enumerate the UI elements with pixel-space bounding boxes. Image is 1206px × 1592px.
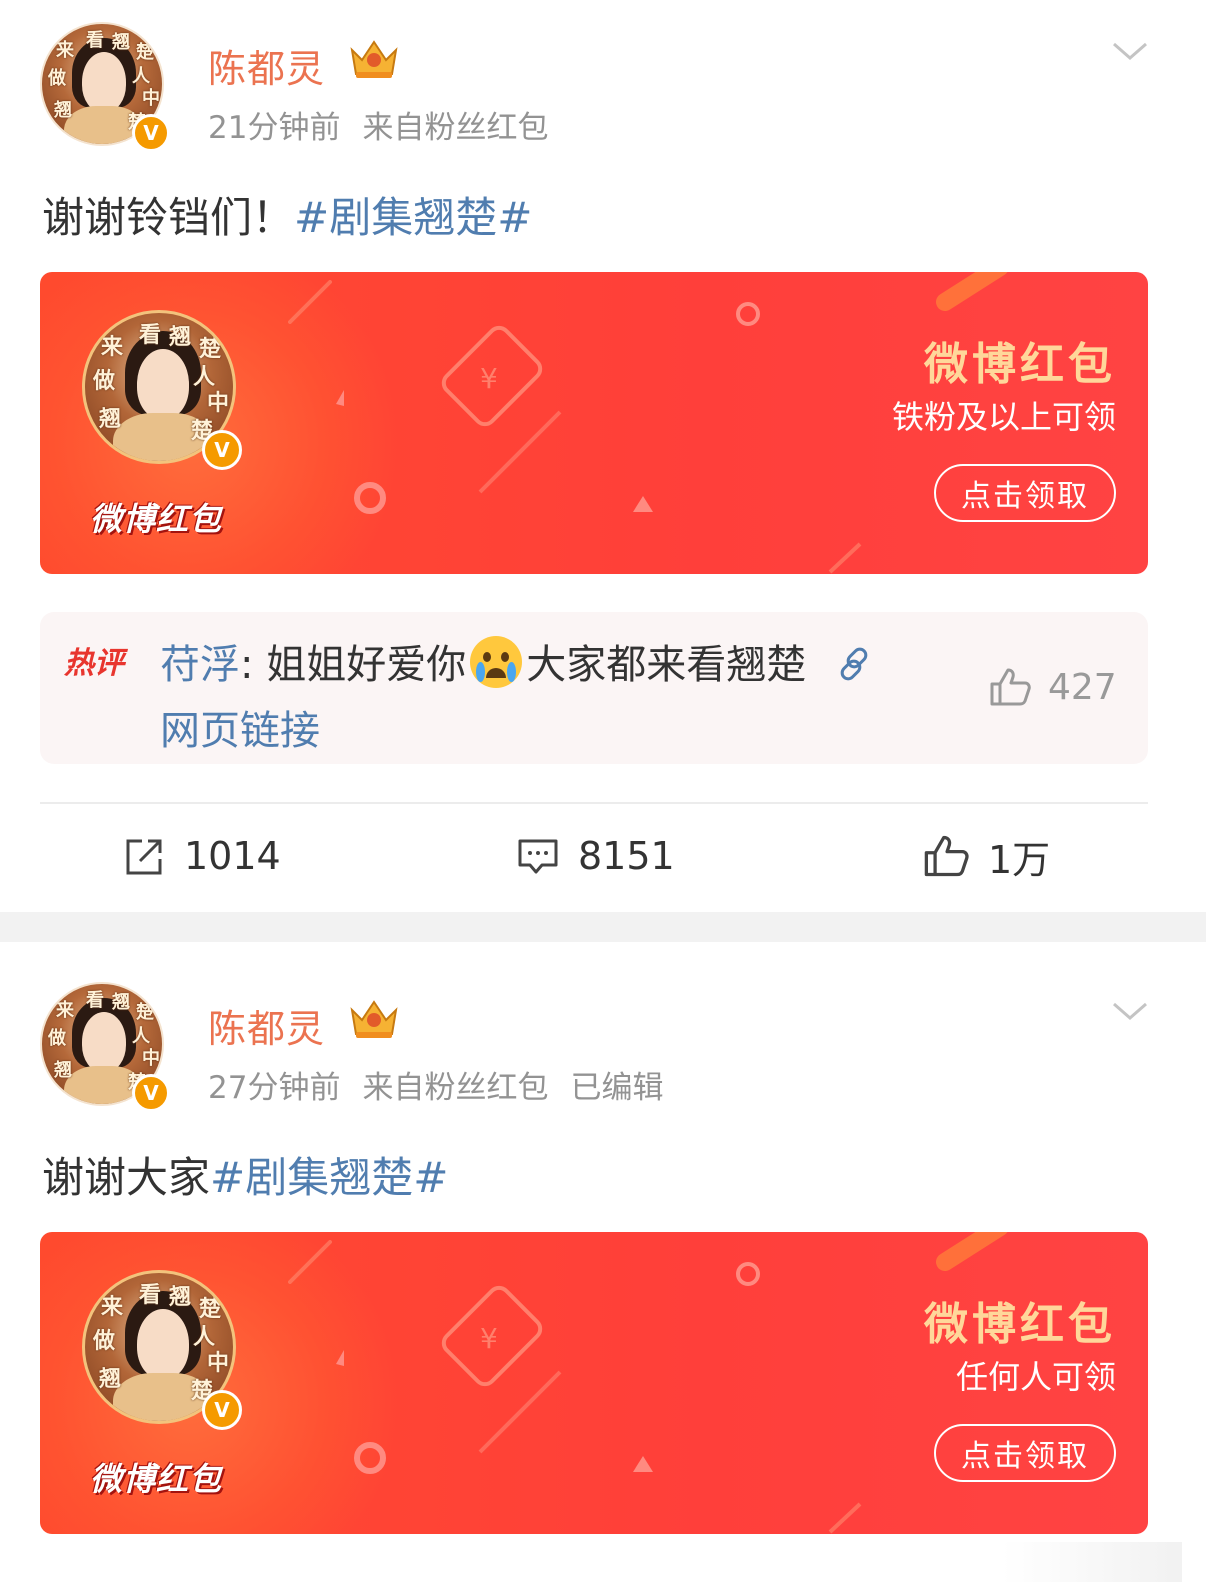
post-time: 21分钟前	[208, 110, 341, 146]
post-text: 谢谢铃铛们！#剧集翘楚#	[42, 184, 532, 245]
red-packet-card[interactable]: ¥ 来 看 翘 楚 做 人 中 翘 楚 V 微博红包 微博红包 任何人可领 点击…	[40, 1232, 1148, 1534]
comment-like-count: 427	[1048, 666, 1117, 708]
comment-like-button[interactable]: 427	[988, 666, 1117, 708]
post-source[interactable]: 来自粉丝红包	[362, 110, 548, 146]
username[interactable]: 陈都灵	[208, 998, 325, 1053]
avatar[interactable]: 来 看 翘 楚 做 人 中 翘 楚 V	[40, 982, 170, 1112]
web-link[interactable]: 网页链接	[160, 698, 320, 756]
divider	[40, 802, 1148, 804]
post-body: 谢谢铃铛们！	[42, 193, 295, 242]
post-meta: 21分钟前 来自粉丝红包	[208, 102, 570, 147]
like-button[interactable]: 1万	[922, 828, 1050, 884]
chevron-down-icon[interactable]	[1110, 36, 1150, 66]
repost-count: 1014	[184, 834, 281, 878]
verified-badge: V	[202, 1390, 242, 1430]
hot-comment[interactable]: 热评 苻浮: 姐姐好爱你 大家都来看翘楚 网页链接 427	[40, 612, 1148, 764]
red-packet-condition: 铁粉及以上可领	[891, 398, 1116, 436]
thumbs-up-icon	[924, 835, 969, 877]
comment-author[interactable]: 苻浮	[160, 642, 240, 688]
scroll-fade	[1002, 1542, 1182, 1582]
claim-button[interactable]: 点击领取	[934, 1424, 1116, 1482]
post-meta: 27分钟前 来自粉丝红包 已编辑	[208, 1062, 685, 1107]
repost-icon	[126, 839, 162, 875]
claim-button[interactable]: 点击领取	[934, 464, 1116, 522]
hot-comment-badge: 热评	[64, 646, 124, 681]
crown-icon[interactable]	[346, 996, 402, 1040]
verified-badge: V	[202, 430, 242, 470]
chevron-down-icon[interactable]	[1110, 996, 1150, 1026]
red-packet-card[interactable]: ¥ 来 看 翘 楚 做 人 中 翘 楚 V 微博红包 微博红包 铁粉及以上可领 …	[40, 272, 1148, 574]
comment-icon	[518, 839, 558, 874]
link-icon	[840, 647, 868, 681]
red-packet-condition: 任何人可领	[955, 1358, 1116, 1396]
verified-badge: V	[132, 114, 170, 152]
edited-label[interactable]: 已编辑	[570, 1070, 663, 1106]
post-body: 谢谢大家	[42, 1153, 211, 1202]
comment-count: 8151	[578, 834, 675, 878]
topic-link[interactable]: #剧集翘楚#	[210, 1153, 448, 1202]
verified-badge: V	[132, 1074, 170, 1112]
like-count: 1万	[988, 837, 1051, 882]
red-packet-logo: 微博红包	[90, 1460, 223, 1498]
post-actions: 1014 8151 1万	[0, 818, 1206, 894]
red-packet-title: 微博红包	[924, 339, 1116, 390]
comment-body-cont: 大家都来看翘楚	[526, 642, 807, 688]
username[interactable]: 陈都灵	[208, 38, 325, 93]
post-text: 谢谢大家#剧集翘楚#	[42, 1144, 448, 1205]
red-packet-logo: 微博红包	[90, 500, 223, 538]
avatar[interactable]: 来 看 翘 楚 做 人 中 翘 楚 V	[40, 22, 170, 152]
weibo-post: 来 看 翘 楚 做 人 中 翘 楚 V 陈都灵 21分钟前来自粉丝红包 谢谢铃铛…	[0, 0, 1206, 930]
post-source[interactable]: 来自粉丝红包	[362, 1070, 548, 1106]
svg-text:¥: ¥	[480, 1322, 498, 1355]
weibo-post: 来 看 翘 楚 做 人 中 翘 楚 V 陈都灵 27分钟前来自粉丝红包已编辑 谢…	[0, 942, 1206, 1592]
red-packet-title: 微博红包	[924, 1299, 1116, 1350]
svg-text:¥: ¥	[480, 362, 498, 395]
crying-face-emoji	[470, 636, 523, 688]
card-avatar: 来 看 翘 楚 做 人 中 翘 楚 V	[82, 310, 242, 470]
repost-button[interactable]: 1014	[122, 828, 281, 884]
thumbs-up-icon	[990, 668, 1031, 706]
card-avatar: 来 看 翘 楚 做 人 中 翘 楚 V	[82, 1270, 242, 1430]
comment-body: 姐姐好爱你	[253, 642, 467, 688]
crown-icon[interactable]	[346, 36, 402, 80]
post-time: 27分钟前	[208, 1070, 341, 1106]
hot-comment-text: 苻浮: 姐姐好爱你 大家都来看翘楚	[160, 632, 873, 690]
post-separator	[0, 912, 1206, 942]
comment-button[interactable]: 8151	[516, 828, 675, 884]
topic-link[interactable]: #剧集翘楚#	[294, 193, 532, 242]
